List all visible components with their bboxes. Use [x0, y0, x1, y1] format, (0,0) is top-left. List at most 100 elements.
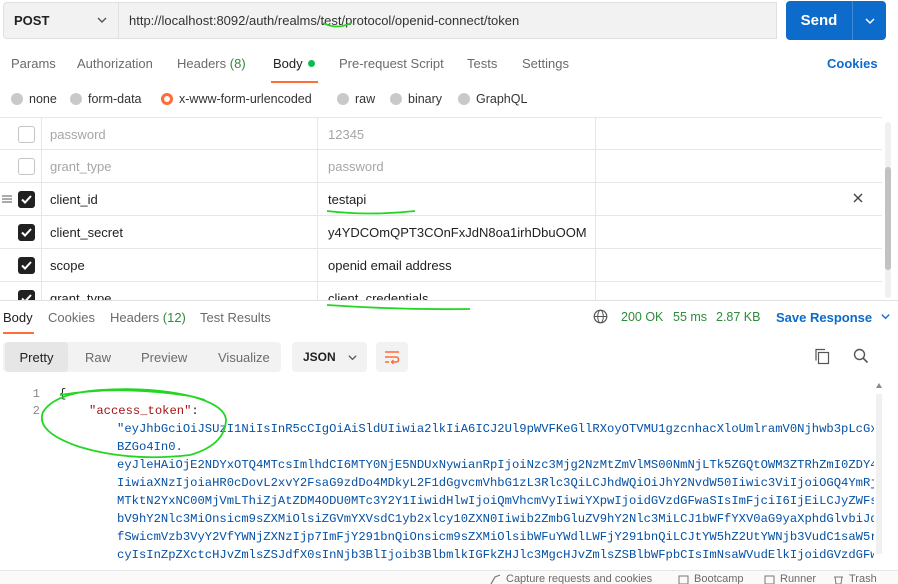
table-row: client_id testapi [0, 183, 882, 216]
view-preview[interactable]: Preview [141, 342, 187, 372]
param-description[interactable] [595, 118, 882, 151]
response-tab-test-results[interactable]: Test Results [200, 310, 271, 325]
params-table: password 12345 grant_type password clien… [0, 117, 882, 300]
row-checkbox[interactable] [18, 224, 35, 241]
radio-x-www-form-urlencoded[interactable]: x-www-form-urlencoded [161, 92, 312, 106]
table-row: password 12345 [0, 117, 882, 151]
response-size[interactable]: 2.87 KB [716, 310, 760, 324]
capture-requests-button[interactable]: Capture requests and cookies [490, 573, 652, 584]
tab-body[interactable]: Body [273, 56, 315, 71]
line-number: 2 [32, 404, 40, 418]
bootcamp-button[interactable]: Bootcamp [678, 573, 744, 584]
row-checkbox[interactable] [18, 158, 35, 175]
tab-tests[interactable]: Tests [467, 56, 497, 71]
tab-pre-request-script[interactable]: Pre-request Script [339, 56, 444, 71]
chevron-down-icon [864, 17, 875, 24]
param-value[interactable]: password [317, 150, 595, 183]
trash-button[interactable]: Trash [833, 573, 877, 584]
copy-icon[interactable] [814, 348, 830, 365]
param-value[interactable]: client_credentials [317, 282, 595, 300]
radio-binary[interactable]: binary [390, 92, 442, 106]
checkmark-icon [21, 195, 32, 204]
response-scrollbar[interactable] [875, 382, 883, 566]
param-key[interactable]: client_secret [41, 216, 317, 249]
capture-icon [490, 573, 501, 584]
response-tab-headers[interactable]: Headers (12) [110, 310, 186, 325]
active-tab-indicator [271, 81, 318, 83]
param-description[interactable] [595, 282, 882, 300]
json-key: "access_token" [89, 404, 192, 418]
send-button[interactable]: Send [786, 1, 886, 40]
save-response-button[interactable]: Save Response [776, 310, 891, 325]
globe-icon[interactable] [593, 309, 608, 324]
checkmark-icon [21, 294, 32, 300]
token-line: fSwicmVzb3VyY2VfYWNjZXNzIjp7ImFjY291bnQi… [117, 530, 874, 544]
tab-settings[interactable]: Settings [522, 56, 569, 71]
chevron-down-icon [881, 314, 890, 320]
response-time[interactable]: 55 ms [673, 310, 707, 324]
url-text: http://localhost:8092/auth/realms/test/p… [129, 13, 520, 28]
bootcamp-icon [678, 575, 689, 584]
json-key-line: "access_token": [89, 404, 199, 418]
cookies-link[interactable]: Cookies [827, 56, 878, 71]
runner-icon [764, 575, 775, 584]
param-value[interactable]: y4YDCOmQPT3COnFxJdN8oa1irhDbuOOM [317, 216, 595, 249]
tab-params[interactable]: Params [11, 56, 56, 71]
method-select[interactable]: POST [3, 2, 119, 39]
row-checkbox[interactable] [18, 257, 35, 274]
chevron-down-icon [97, 17, 107, 23]
drag-handle-icon[interactable] [2, 194, 12, 204]
token-line: MTktN2YxNC00MjVmLThiZjAtZDM4ODU0MTc3Y2Y1… [117, 494, 874, 508]
wrap-lines-button[interactable] [376, 342, 408, 372]
table-row: scope openid email address [0, 249, 882, 282]
runner-button[interactable]: Runner [764, 573, 816, 584]
param-description[interactable] [595, 183, 882, 216]
response-body-code[interactable]: 1 2 { "access_token": "eyJhbGciOiJSUzI1N… [0, 381, 874, 565]
param-value[interactable]: 12345 [317, 118, 595, 151]
param-key[interactable]: scope [41, 249, 317, 282]
param-key[interactable]: grant_type [41, 150, 317, 183]
delete-row-icon[interactable] [852, 192, 864, 204]
format-select[interactable]: JSON [292, 342, 367, 372]
token-line: cyIsInZpZXctcHJvZmlsZSJdfX0sInNjb3BlIjoi… [117, 548, 874, 562]
body-active-dot [307, 60, 315, 67]
token-line: BZGo4In0. [117, 440, 183, 454]
active-response-tab-indicator [3, 332, 34, 334]
param-key[interactable]: password [41, 118, 317, 151]
response-tab-body[interactable]: Body [3, 310, 33, 325]
pane-divider[interactable] [0, 300, 898, 301]
tab-authorization[interactable]: Authorization [77, 56, 153, 71]
token-line: bV9hY2Nlc3MiOnsicm9sZXMiOlsiZGVmYXVsdC1y… [117, 512, 874, 526]
chevron-down-icon [348, 355, 357, 361]
status-code[interactable]: 200 OK [621, 310, 663, 324]
checkmark-icon [21, 228, 32, 237]
param-key[interactable]: client_id [41, 183, 317, 216]
url-input[interactable]: http://localhost:8092/auth/realms/test/p… [119, 2, 777, 39]
trash-icon [834, 576, 843, 584]
param-description[interactable] [595, 249, 882, 282]
radio-form-data[interactable]: form-data [70, 92, 142, 106]
radio-raw[interactable]: raw [337, 92, 375, 106]
search-icon[interactable] [853, 348, 869, 364]
param-key[interactable]: grant_type [41, 282, 317, 300]
params-scrollbar-thumb[interactable] [885, 167, 891, 270]
tab-headers[interactable]: Headers (8) [177, 56, 246, 71]
row-checkbox[interactable] [18, 290, 35, 300]
param-description[interactable] [595, 216, 882, 249]
send-options-button[interactable] [853, 15, 886, 27]
view-raw[interactable]: Raw [85, 342, 111, 372]
param-description[interactable] [595, 150, 882, 183]
view-pretty[interactable]: Pretty [5, 342, 68, 372]
row-checkbox[interactable] [18, 126, 35, 143]
view-visualize[interactable]: Visualize [218, 342, 270, 372]
param-value[interactable]: openid email address [317, 249, 595, 282]
response-headers-count: (12) [162, 310, 186, 325]
checkmark-icon [21, 261, 32, 270]
row-checkbox[interactable] [18, 191, 35, 208]
response-tab-cookies[interactable]: Cookies [48, 310, 95, 325]
table-row: grant_type password [0, 150, 882, 183]
wrap-lines-icon [385, 351, 400, 364]
radio-none[interactable]: none [11, 92, 57, 106]
radio-graphql[interactable]: GraphQL [458, 92, 527, 106]
param-value[interactable]: testapi [317, 183, 595, 216]
